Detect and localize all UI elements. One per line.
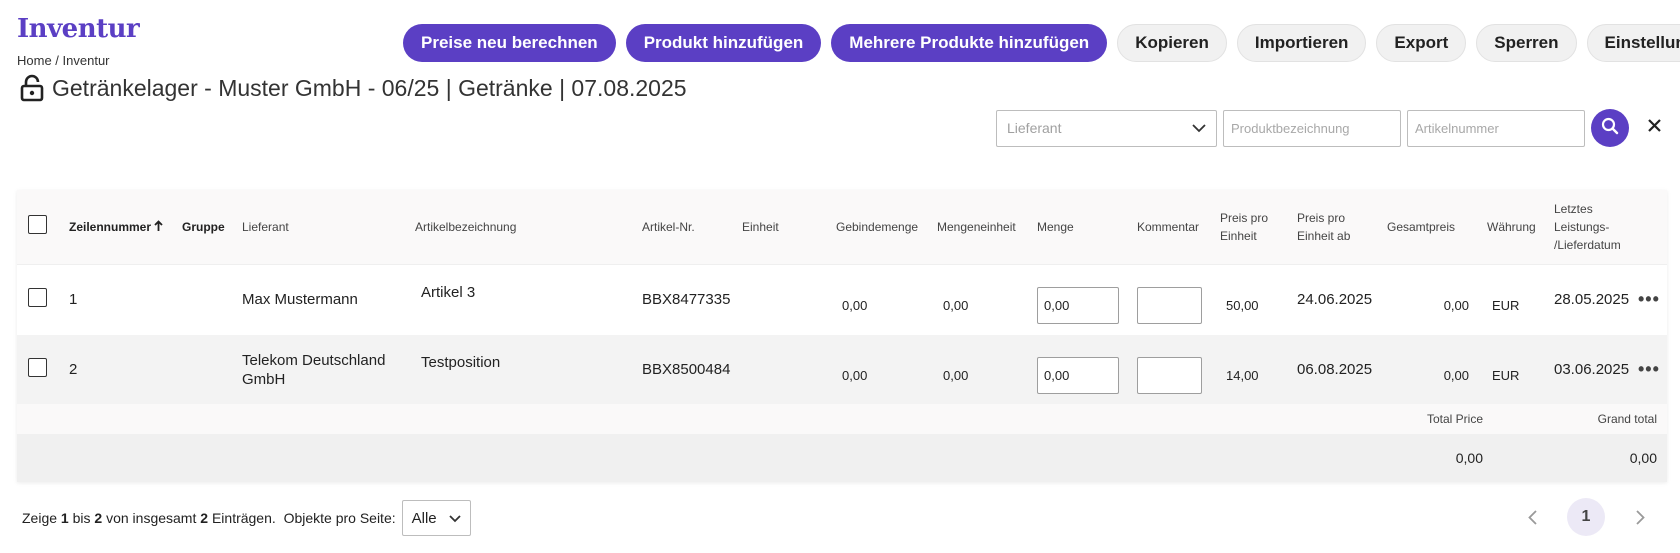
more-horizontal-icon[interactable]: ••• xyxy=(1638,359,1660,379)
row-price-from-date: 06.08.2025 xyxy=(1297,361,1373,378)
lock-open-icon[interactable] xyxy=(20,74,44,102)
add-product-button[interactable]: Produkt hinzufügen xyxy=(625,24,822,62)
column-unit[interactable]: Einheit xyxy=(742,190,836,264)
row-line-number: 2 xyxy=(69,361,78,378)
inventory-table: Zeilennummer Gruppe Lieferant Artikelbez… xyxy=(17,190,1667,482)
page-title: Getränkelager - Muster GmbH - 06/25 | Ge… xyxy=(52,74,687,101)
breadcrumb-separator: / xyxy=(51,53,63,68)
column-comment[interactable]: Kommentar xyxy=(1137,190,1220,264)
pagination: 1 xyxy=(1525,498,1647,536)
export-button[interactable]: Export xyxy=(1376,24,1467,62)
chevron-down-icon xyxy=(1192,120,1206,136)
page-number-current[interactable]: 1 xyxy=(1567,498,1605,536)
summary-label-row: Total Price Grand total xyxy=(17,404,1667,434)
column-line-number[interactable]: Zeilennummer xyxy=(69,190,182,264)
filter-row: Lieferant xyxy=(996,109,1665,147)
supplier-select-placeholder: Lieferant xyxy=(1007,120,1062,136)
column-total-price[interactable]: Gesamtpreis xyxy=(1387,190,1487,264)
pagination-info: Zeige 1 bis 2 von insgesamt 2 Einträgen.… xyxy=(22,500,471,536)
row-pack-quantity: 0,00 xyxy=(842,368,868,383)
column-price-per-unit[interactable]: Preis pro Einheit xyxy=(1220,190,1297,264)
add-multiple-products-button[interactable]: Mehrere Produkte hinzufügen xyxy=(831,24,1108,62)
row-currency: EUR xyxy=(1492,298,1520,314)
recalculate-prices-button[interactable]: Preise neu berechnen xyxy=(403,24,616,62)
row-checkbox[interactable] xyxy=(28,288,47,308)
settings-button[interactable]: Einstellung xyxy=(1586,24,1680,62)
select-all-checkbox[interactable] xyxy=(28,214,47,234)
row-total-price: 0,00 xyxy=(1443,298,1469,314)
grand-total-value: 0,00 xyxy=(1629,450,1657,466)
more-horizontal-icon[interactable]: ••• xyxy=(1638,289,1660,309)
copy-button[interactable]: Kopieren xyxy=(1117,24,1227,62)
page-title-row: Getränkelager - Muster GmbH - 06/25 | Ge… xyxy=(20,74,687,102)
row-checkbox[interactable] xyxy=(28,358,47,377)
close-icon xyxy=(1647,119,1661,137)
row-quantity-input[interactable] xyxy=(1037,287,1119,325)
table-row: 1 Max Mustermann Artikel 3 BBX8477335 0,… xyxy=(17,264,1667,335)
row-article-name: Testposition xyxy=(421,354,501,371)
column-article-name[interactable]: Artikelbezeichnung xyxy=(415,190,642,264)
total-price-value: 0,00 xyxy=(1455,450,1483,466)
previous-page-icon[interactable] xyxy=(1525,509,1539,525)
supplier-select[interactable]: Lieferant xyxy=(996,109,1217,147)
per-page-label: Objekte pro Seite: xyxy=(283,510,396,526)
row-comment-input[interactable] xyxy=(1137,287,1202,325)
row-supplier: Telekom Deutschland GmbH xyxy=(242,351,386,388)
column-currency[interactable]: Währung xyxy=(1487,190,1554,264)
column-article-number[interactable]: Artikel-Nr. xyxy=(642,190,742,264)
grand-total-label: Grand total xyxy=(1597,412,1657,426)
row-article-number: BBX8500484 xyxy=(642,361,731,378)
column-pack-quantity[interactable]: Gebindemenge xyxy=(836,190,937,264)
column-supplier[interactable]: Lieferant xyxy=(242,190,415,264)
next-page-icon[interactable] xyxy=(1633,509,1647,525)
row-pack-quantity: 0,00 xyxy=(842,298,868,314)
column-last-delivery-date[interactable]: Letztes Leistungs-/Lieferdatum xyxy=(1554,190,1638,264)
row-quantity-unit: 0,00 xyxy=(943,298,969,314)
chevron-down-icon xyxy=(448,510,461,527)
summary-value-row: 0,00 0,00 xyxy=(17,434,1667,482)
row-last-delivery-date: 03.06.2025 xyxy=(1554,361,1630,378)
row-price-per-unit: 14,00 xyxy=(1226,368,1259,383)
row-quantity-input[interactable] xyxy=(1037,357,1119,394)
per-page-select[interactable]: Alle xyxy=(401,500,471,536)
breadcrumb: Home / Inventur xyxy=(17,53,110,68)
row-article-number: BBX8477335 xyxy=(642,291,731,309)
row-comment-input[interactable] xyxy=(1137,357,1202,394)
clear-filters-button[interactable] xyxy=(1643,117,1665,139)
table-row: 2 Telekom Deutschland GmbH Testposition B… xyxy=(17,335,1667,404)
table-header-row: Zeilennummer Gruppe Lieferant Artikelbez… xyxy=(17,190,1667,264)
row-price-from-date: 24.06.2025 xyxy=(1297,291,1373,309)
column-quantity-unit[interactable]: Mengeneinheit xyxy=(937,190,1037,264)
app-title: Inventur xyxy=(17,14,140,44)
total-price-label: Total Price xyxy=(1426,412,1483,426)
row-total-price: 0,00 xyxy=(1443,368,1469,383)
breadcrumb-home[interactable]: Home xyxy=(17,53,52,68)
row-price-per-unit: 50,00 xyxy=(1226,298,1259,314)
row-quantity-unit: 0,00 xyxy=(943,368,969,383)
row-supplier: Max Mustermann xyxy=(242,291,358,309)
breadcrumb-current: Inventur xyxy=(62,53,110,68)
column-group[interactable]: Gruppe xyxy=(182,190,242,264)
toolbar: Preise neu berechnen Produkt hinzufügen … xyxy=(403,24,1680,62)
article-number-input[interactable] xyxy=(1407,109,1585,147)
row-article-name: Artikel 3 xyxy=(421,284,476,302)
search-button[interactable] xyxy=(1591,109,1629,147)
lock-button[interactable]: Sperren xyxy=(1476,24,1577,62)
column-quantity[interactable]: Menge xyxy=(1037,190,1137,264)
product-name-input[interactable] xyxy=(1223,109,1401,147)
row-line-number: 1 xyxy=(69,291,78,309)
arrow-up-icon xyxy=(154,219,164,234)
search-icon xyxy=(1601,117,1619,140)
row-last-delivery-date: 28.05.2025 xyxy=(1554,291,1630,309)
row-currency: EUR xyxy=(1492,368,1520,383)
column-price-per-unit-from[interactable]: Preis pro Einheit ab xyxy=(1297,190,1387,264)
import-button[interactable]: Importieren xyxy=(1236,24,1367,62)
